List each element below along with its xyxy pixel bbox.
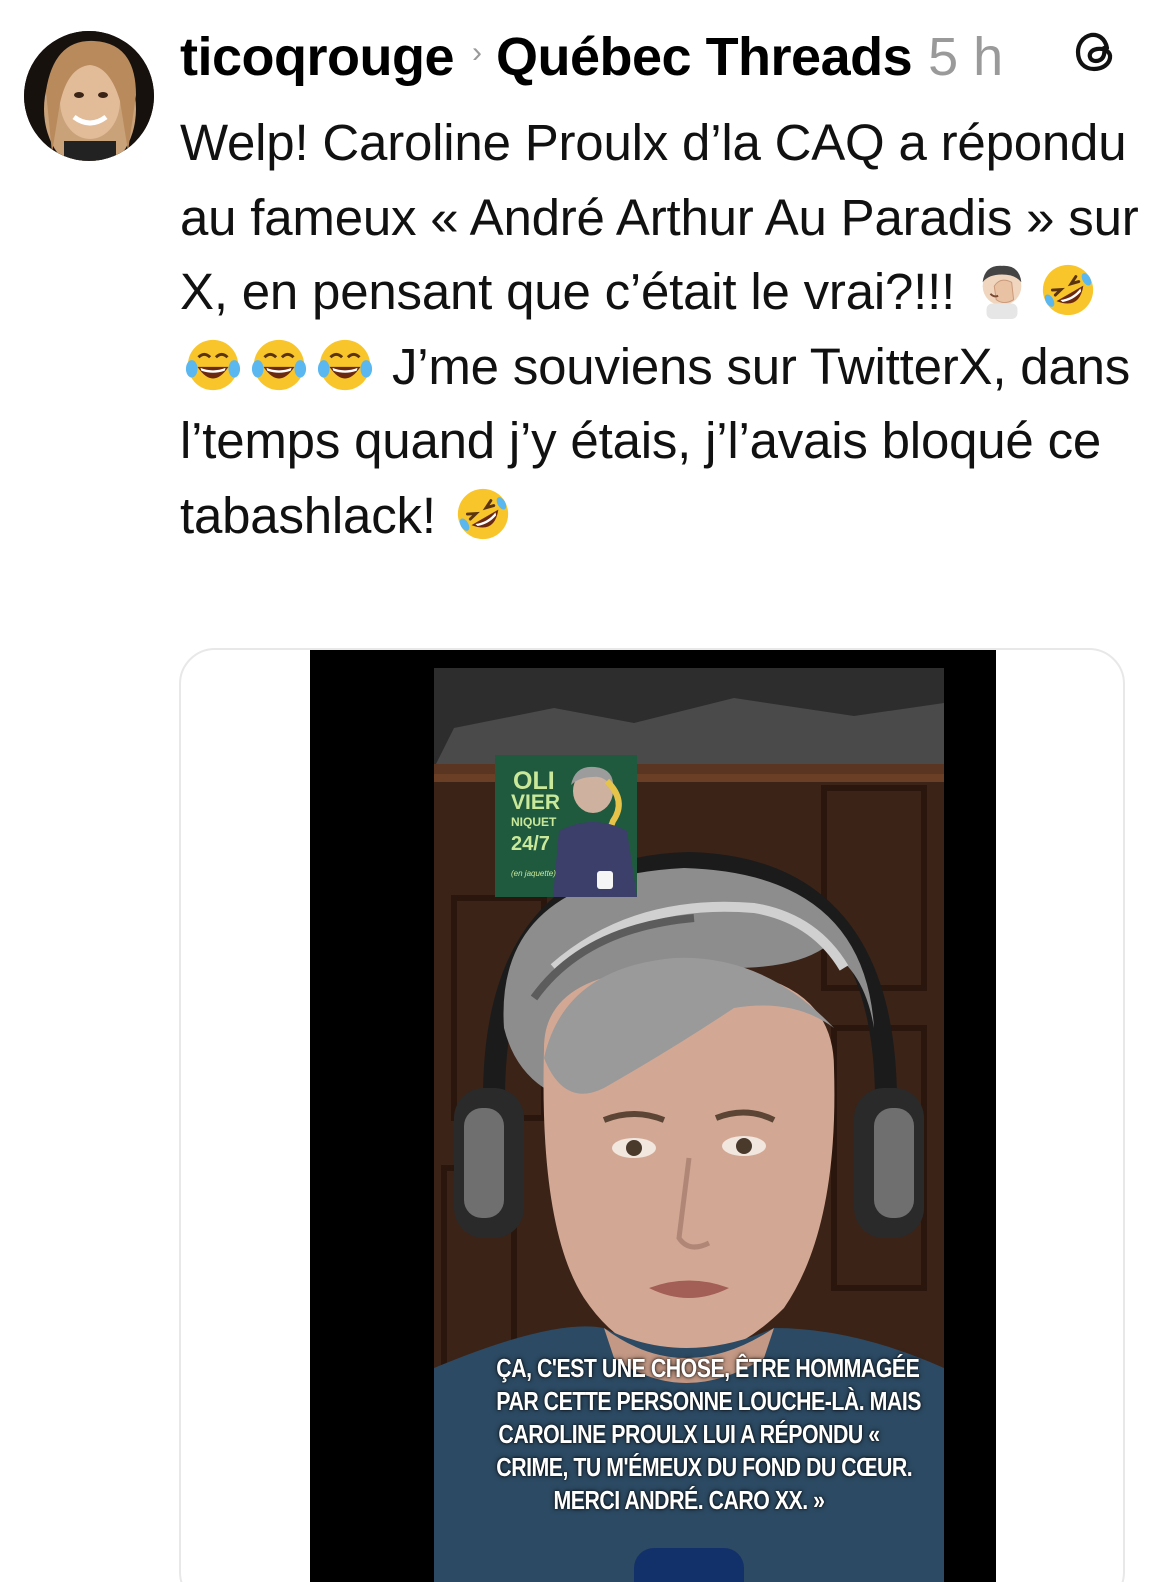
book-poster: OLI VIER NIQUET 24/7 (en jaquette) <box>495 755 637 897</box>
threads-logo-icon[interactable] <box>1072 26 1122 76</box>
book-number: 24/7 <box>511 833 550 855</box>
post-header: ticoqrouge › Québec Threads 5 h <box>180 22 1109 92</box>
book-title-line2: VIER <box>511 791 561 814</box>
book-title-line1: OLI <box>513 767 555 795</box>
subtitle-line: MERCI ANDRÉ. CARO XX. » <box>553 1485 825 1515</box>
subtitle-line: ÇA, C'EST UNE CHOSE, ÊTRE HOMMAGÉE <box>496 1353 920 1383</box>
subtitle-line: PAR CETTE PERSONNE LOUCHE-LÀ. MAIS <box>496 1386 921 1416</box>
tears-of-joy-emoji <box>316 336 374 394</box>
chevron-right-icon: › <box>472 36 482 69</box>
post-body: Welp! Caroline Proulx d’la CAQ a répondu… <box>180 106 1140 553</box>
author-avatar[interactable] <box>24 31 154 161</box>
rolling-on-floor-laughing-emoji <box>454 485 512 543</box>
thread-post: ticoqrouge › Québec Threads 5 h Welp! Ca… <box>0 0 1169 1582</box>
rolling-on-floor-laughing-emoji <box>1039 261 1097 319</box>
subtitle-line: CRIME, TU M'ÉMEUX DU FOND DU CŒUR. <box>496 1452 913 1482</box>
facepalm-emoji <box>973 261 1031 319</box>
video-player[interactable]: OLI VIER NIQUET 24/7 (en jaquette) ÇA, C… <box>310 650 996 1582</box>
tears-of-joy-emoji <box>184 336 242 394</box>
video-frame-content: OLI VIER NIQUET 24/7 (en jaquette) ÇA, C… <box>434 668 944 1582</box>
avatar-image <box>24 31 154 161</box>
author-username[interactable]: ticoqrouge <box>180 26 455 88</box>
subtitle-line: CAROLINE PROULX LUI A RÉPONDU « <box>498 1419 880 1449</box>
video-subtitle: ÇA, C'EST UNE CHOSE, ÊTRE HOMMAGÉE PAR C… <box>496 1352 921 1517</box>
book-cover-portrait <box>553 766 637 897</box>
book-author: NIQUET <box>511 815 557 829</box>
book-subtitle: (en jaquette) <box>511 869 556 878</box>
media-card[interactable]: OLI VIER NIQUET 24/7 (en jaquette) ÇA, C… <box>179 648 1125 1582</box>
post-timestamp[interactable]: 5 h <box>928 26 1003 88</box>
tears-of-joy-emoji <box>250 336 308 394</box>
community-name[interactable]: Québec Threads <box>496 26 913 88</box>
